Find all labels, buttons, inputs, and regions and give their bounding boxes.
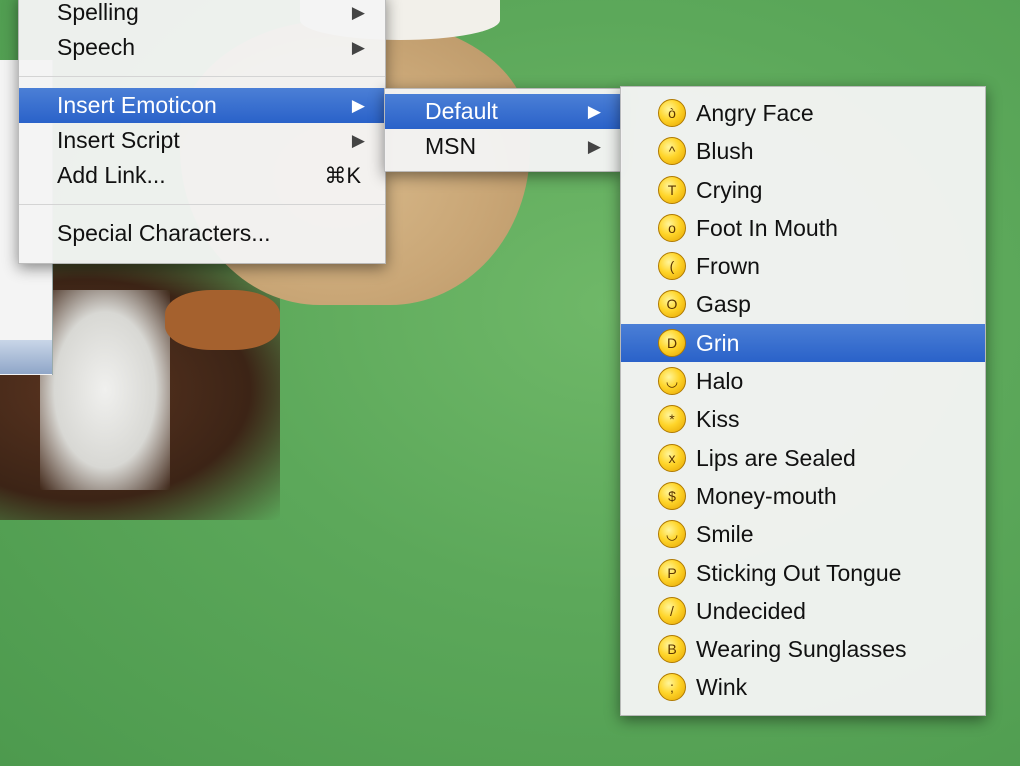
emoticon-label: Smile bbox=[696, 521, 754, 548]
emoticon-item-frown[interactable]: ( Frown bbox=[621, 247, 985, 285]
emoticon-set-submenu: Default ▶ MSN ▶ bbox=[384, 88, 622, 172]
submenu-arrow-icon: ▶ bbox=[587, 137, 601, 156]
emoticon-item-halo[interactable]: ◡ Halo bbox=[621, 362, 985, 400]
emoticon-item-money-mouth[interactable]: $ Money-mouth bbox=[621, 477, 985, 515]
emoticon-label: Angry Face bbox=[696, 100, 814, 126]
wallpaper-dog-paw bbox=[165, 290, 280, 350]
submenu-arrow-icon: ▶ bbox=[351, 96, 365, 115]
tongue-icon: P bbox=[658, 558, 686, 587]
halo-icon: ◡ bbox=[658, 367, 686, 396]
keyboard-shortcut: ⌘K bbox=[324, 163, 361, 188]
submenu-arrow-icon: ▶ bbox=[351, 38, 365, 57]
money-mouth-icon: $ bbox=[658, 481, 686, 510]
emoticon-label: Crying bbox=[696, 176, 763, 203]
smile-icon: ◡ bbox=[658, 520, 686, 549]
emoticon-item-tongue[interactable]: P Sticking Out Tongue bbox=[621, 554, 985, 592]
menu-separator bbox=[19, 204, 385, 205]
emoticon-list-submenu: ò Angry Face ^ Blush T Crying o Foot In Mouth ( F… bbox=[620, 86, 986, 716]
emoticon-item-crying[interactable]: T Crying bbox=[621, 171, 985, 209]
menu-item-label: Spelling bbox=[57, 0, 139, 25]
emoticon-label: Blush bbox=[696, 138, 754, 165]
emoticon-label: Sticking Out Tongue bbox=[696, 559, 902, 586]
emoticon-item-foot-in-mouth[interactable]: o Foot In Mouth bbox=[621, 209, 985, 247]
emoticon-item-smile[interactable]: ◡ Smile bbox=[621, 515, 985, 553]
emoticon-item-blush[interactable]: ^ Blush bbox=[621, 132, 985, 170]
emoticon-label: Money-mouth bbox=[696, 482, 837, 509]
menu-item-msn[interactable]: MSN ▶ bbox=[385, 129, 621, 164]
menu-item-add-link[interactable]: Add Link... ⌘K bbox=[19, 158, 385, 193]
grin-icon: D bbox=[658, 328, 686, 357]
emoticon-item-grin[interactable]: D Grin bbox=[621, 323, 985, 363]
emoticon-label: Undecided bbox=[696, 597, 806, 624]
blush-icon: ^ bbox=[658, 137, 686, 166]
kiss-icon: * bbox=[658, 405, 686, 434]
menu-item-label: Special Characters... bbox=[57, 220, 271, 246]
menu-item-label: Insert Script bbox=[57, 127, 180, 153]
emoticon-label: Halo bbox=[696, 368, 744, 395]
crying-icon: T bbox=[658, 175, 686, 204]
menu-item-speech[interactable]: Speech ▶ bbox=[19, 30, 385, 65]
menu-item-spelling[interactable]: Spelling ▶ bbox=[19, 0, 385, 30]
emoticon-item-lips-sealed[interactable]: x Lips are Sealed bbox=[621, 439, 985, 477]
wink-icon: ; bbox=[658, 673, 686, 702]
emoticon-label: Foot In Mouth bbox=[696, 214, 838, 241]
emoticon-label: Frown bbox=[696, 253, 760, 280]
submenu-arrow-icon: ▶ bbox=[587, 102, 601, 121]
menu-item-insert-emoticon[interactable]: Insert Emoticon ▶ bbox=[19, 88, 385, 123]
submenu-arrow-icon: ▶ bbox=[351, 131, 365, 150]
frown-icon: ( bbox=[658, 252, 686, 281]
background-window-resize-area bbox=[0, 340, 52, 374]
emoticon-label: Gasp bbox=[696, 291, 751, 318]
menu-item-label: Add Link... bbox=[57, 162, 166, 188]
emoticon-item-kiss[interactable]: * Kiss bbox=[621, 400, 985, 438]
wallpaper-dog-body bbox=[0, 260, 280, 520]
menu-item-insert-script[interactable]: Insert Script ▶ bbox=[19, 123, 385, 158]
emoticon-label: Grin bbox=[696, 329, 740, 356]
emoticon-label: Kiss bbox=[696, 406, 740, 433]
menu-separator bbox=[19, 76, 385, 77]
gasp-icon: O bbox=[658, 290, 686, 319]
emoticon-label: Wink bbox=[696, 674, 748, 701]
wallpaper-dog-fur bbox=[40, 290, 170, 490]
submenu-arrow-icon: ▶ bbox=[351, 3, 365, 22]
emoticon-item-wink[interactable]: ; Wink bbox=[621, 668, 985, 706]
emoticon-item-sunglasses[interactable]: B Wearing Sunglasses bbox=[621, 630, 985, 668]
emoticon-item-undecided[interactable]: / Undecided bbox=[621, 592, 985, 630]
context-menu: Spelling ▶ Speech ▶ Insert Emoticon ▶ In… bbox=[18, 0, 386, 264]
menu-item-default[interactable]: Default ▶ bbox=[385, 94, 621, 129]
undecided-icon: / bbox=[658, 596, 686, 625]
sunglasses-icon: B bbox=[658, 635, 686, 664]
emoticon-label: Wearing Sunglasses bbox=[696, 636, 907, 663]
emoticon-label: Lips are Sealed bbox=[696, 444, 856, 471]
angry-face-icon: ò bbox=[658, 99, 686, 127]
emoticon-item-angry-face[interactable]: ò Angry Face bbox=[621, 94, 985, 132]
menu-item-label: MSN bbox=[425, 133, 477, 159]
menu-item-label: Default bbox=[425, 98, 498, 124]
menu-item-special-characters[interactable]: Special Characters... bbox=[19, 216, 385, 251]
menu-item-label: Insert Emoticon bbox=[57, 92, 217, 118]
menu-item-label: Speech bbox=[57, 34, 136, 60]
emoticon-list: ò Angry Face ^ Blush T Crying o Foot In Mouth ( F… bbox=[621, 94, 985, 707]
emoticon-item-gasp[interactable]: O Gasp bbox=[621, 285, 985, 323]
lips-sealed-icon: x bbox=[658, 443, 686, 472]
foot-in-mouth-icon: o bbox=[658, 213, 686, 242]
